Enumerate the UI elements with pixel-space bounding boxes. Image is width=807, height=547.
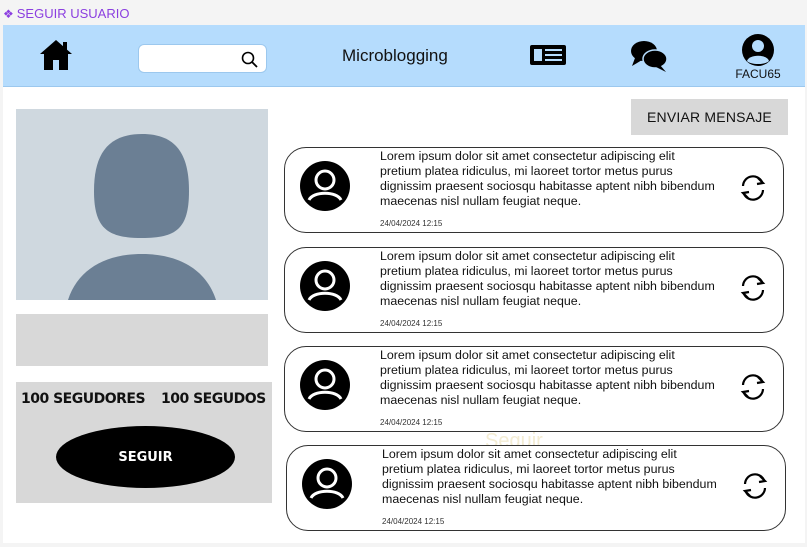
post-date: 24/04/2024 12:15 xyxy=(380,219,443,228)
send-message-button[interactable]: ENVIAR MENSAJE xyxy=(631,99,788,135)
post-date: 24/04/2024 12:15 xyxy=(380,418,443,427)
followers-count[interactable]: 100 SEGUDORES xyxy=(21,391,146,407)
author-avatar-icon[interactable] xyxy=(299,160,351,212)
post-text: Lorem ipsum dolor sit amet consectetur a… xyxy=(380,249,715,308)
author-avatar-icon[interactable] xyxy=(299,260,351,312)
repost-icon[interactable] xyxy=(737,172,769,204)
repost-icon[interactable] xyxy=(739,470,771,502)
following-count[interactable]: 100 SEGUDOS xyxy=(161,391,266,407)
profile-name-placeholder xyxy=(16,314,268,366)
page-canvas: Microblogging FACU65 ENVIAR MENSAJE 100 … xyxy=(3,25,805,543)
author-avatar-icon[interactable] xyxy=(301,458,353,510)
chat-icon[interactable] xyxy=(630,39,668,73)
repost-icon[interactable] xyxy=(737,272,769,304)
component-icon: ❖ xyxy=(3,7,14,21)
post-text: Lorem ipsum dolor sit amet consectetur a… xyxy=(382,447,717,506)
repost-icon[interactable] xyxy=(737,371,769,403)
user-menu[interactable]: FACU65 xyxy=(730,34,786,82)
home-icon[interactable] xyxy=(39,39,73,71)
search-input[interactable] xyxy=(147,49,243,70)
search-icon[interactable] xyxy=(241,51,258,68)
follow-button[interactable]: SEGUIR xyxy=(56,426,235,488)
post-text: Lorem ipsum dolor sit amet consectetur a… xyxy=(380,348,715,407)
user-avatar-icon[interactable] xyxy=(739,34,777,66)
post-date: 24/04/2024 12:15 xyxy=(380,319,443,328)
post-card[interactable]: Lorem ipsum dolor sit amet consectetur a… xyxy=(284,346,784,432)
post-card[interactable]: Lorem ipsum dolor sit amet consectetur a… xyxy=(284,247,784,333)
app-title: Microblogging xyxy=(342,46,448,65)
profile-stats: 100 SEGUDORES 100 SEGUDOS SEGUIR xyxy=(16,382,272,503)
frame-label: ❖ SEGUIR USUARIO xyxy=(3,6,129,22)
top-navbar: Microblogging FACU65 xyxy=(3,25,805,87)
author-avatar-icon[interactable] xyxy=(299,359,351,411)
username-label: FACU65 xyxy=(735,67,781,81)
search-box[interactable] xyxy=(138,44,267,73)
frame-label-text: SEGUIR USUARIO xyxy=(16,6,130,21)
feed-icon[interactable] xyxy=(529,44,567,66)
post-text: Lorem ipsum dolor sit amet consectetur a… xyxy=(380,149,715,208)
post-date: 24/04/2024 12:15 xyxy=(382,517,445,526)
post-card[interactable]: Lorem ipsum dolor sit amet consectetur a… xyxy=(284,147,784,233)
profile-photo xyxy=(16,109,268,300)
post-card[interactable]: Lorem ipsum dolor sit amet consectetur a… xyxy=(286,445,786,531)
